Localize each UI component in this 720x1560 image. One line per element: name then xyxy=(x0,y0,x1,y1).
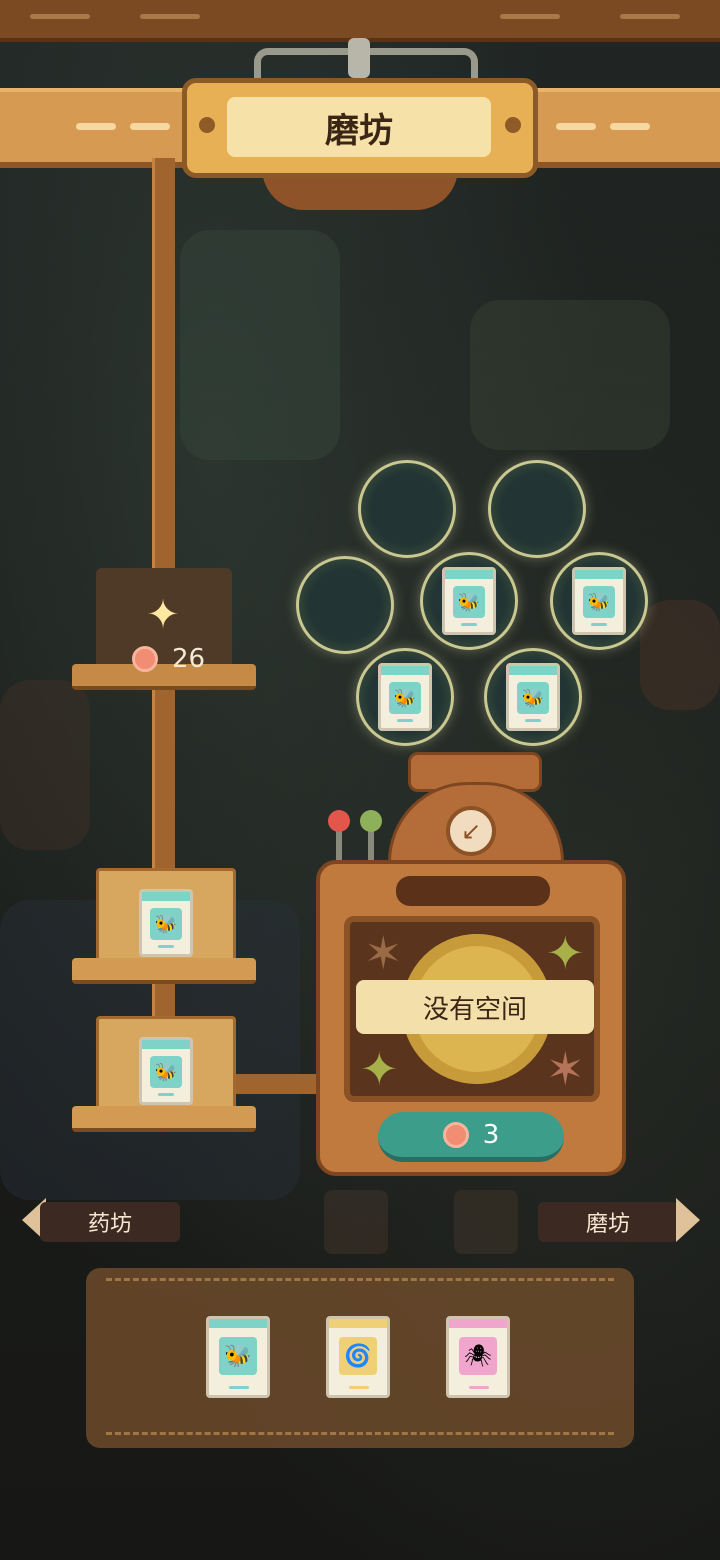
bee-packet-icon[interactable]: 🐝 xyxy=(206,1316,270,1398)
machine-slot xyxy=(396,876,550,906)
upgrade-cost: 26 xyxy=(172,644,206,674)
output-bubble-empty[interactable] xyxy=(358,460,456,558)
output-bubble[interactable]: 🐝 xyxy=(420,552,518,650)
coin-icon xyxy=(132,646,158,672)
bee-packet-icon: 🐝 xyxy=(139,1037,193,1105)
nav-prev-label: 药坊 xyxy=(87,1212,132,1237)
flower-decoration-icon: ✦ xyxy=(546,926,585,980)
background-house xyxy=(180,230,340,460)
output-bubble[interactable]: 🐝 xyxy=(550,552,648,650)
chevron-right-icon[interactable] xyxy=(676,1198,700,1242)
bee-packet-icon: 🐝 xyxy=(506,663,560,731)
page-title: 磨坊 xyxy=(227,97,491,157)
upgrade-shelf xyxy=(72,664,256,690)
green-knob xyxy=(360,810,382,832)
output-bubble[interactable]: 🐝 xyxy=(484,648,582,746)
nav-next[interactable]: 磨坊 xyxy=(538,1202,678,1242)
flower-decoration-icon: ✦ xyxy=(360,1042,399,1096)
ghost-item xyxy=(454,1190,518,1254)
timer-icon: ↙ xyxy=(446,806,496,856)
output-bubble-empty[interactable] xyxy=(488,460,586,558)
background-house xyxy=(0,680,90,850)
star-decoration-icon: ✶ xyxy=(364,926,403,980)
bee-packet-icon: 🐝 xyxy=(442,567,496,635)
hanger-knob xyxy=(348,38,370,78)
status-label: 没有空间 xyxy=(356,980,594,1034)
grind-button[interactable]: 3 xyxy=(378,1112,564,1162)
bee-packet-icon: 🐝 xyxy=(139,889,193,957)
red-knob xyxy=(328,810,350,832)
title-plate: 磨坊 xyxy=(182,78,538,178)
background-house xyxy=(470,300,670,450)
nav-next-label: 磨坊 xyxy=(585,1212,630,1237)
output-bubble-empty[interactable] xyxy=(296,556,394,654)
background-chest xyxy=(640,600,720,710)
output-bubble[interactable]: 🐝 xyxy=(356,648,454,746)
ghost-item xyxy=(324,1190,388,1254)
bee-packet-icon: 🐝 xyxy=(572,567,626,635)
queue-shelf xyxy=(72,958,256,984)
spiral-shell-packet-icon[interactable]: 🌀 xyxy=(326,1316,390,1398)
inventory-panel: 🐝 🌀 🕷 xyxy=(86,1268,634,1448)
coin-icon xyxy=(442,1121,469,1148)
sparkle-icon: ✦ xyxy=(146,592,180,638)
nav-prev[interactable]: 药坊 xyxy=(40,1202,180,1242)
star-decoration-icon: ✶ xyxy=(546,1042,585,1096)
top-plank xyxy=(0,0,720,42)
grind-cost: 3 xyxy=(482,1119,500,1150)
queue-shelf xyxy=(72,1106,256,1132)
top-bar: 磨坊 xyxy=(0,0,720,210)
spider-packet-icon[interactable]: 🕷 xyxy=(446,1316,510,1398)
bee-packet-icon: 🐝 xyxy=(378,663,432,731)
